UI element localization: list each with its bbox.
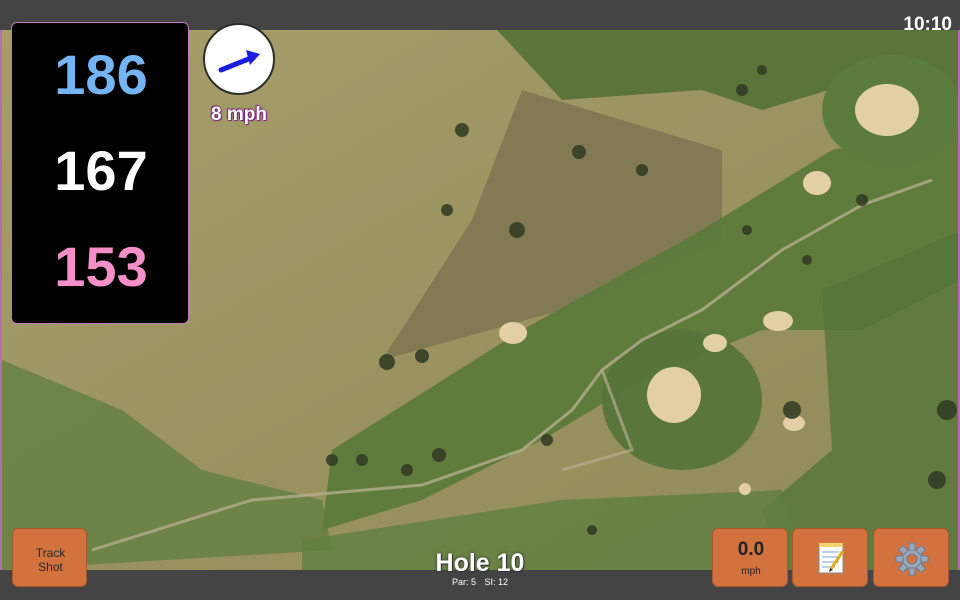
hole-stroke-index: SI: 12 bbox=[484, 577, 509, 587]
speed-button[interactable]: 0.0 mph bbox=[712, 528, 788, 587]
wind-indicator[interactable] bbox=[203, 23, 275, 95]
status-clock: 10:10 bbox=[903, 14, 952, 35]
wind-direction-arrow-icon bbox=[218, 50, 260, 73]
track-shot-button[interactable]: Track Shot bbox=[12, 528, 87, 587]
speed-unit: mph bbox=[741, 566, 761, 577]
notepad-icon bbox=[818, 543, 845, 574]
middle-distance: 167 bbox=[54, 139, 148, 202]
back-distance: 186 bbox=[54, 43, 148, 106]
wind-speed-label: 8 mph bbox=[211, 104, 267, 125]
gear-icon bbox=[895, 542, 929, 576]
front-distance: 153 bbox=[54, 235, 148, 298]
notes-button[interactable] bbox=[792, 528, 868, 587]
speed-value: 0.0 bbox=[737, 539, 765, 560]
distance-panel: 186 167 153 bbox=[11, 22, 189, 324]
track-shot-label-line1: Track bbox=[35, 546, 66, 560]
settings-button[interactable] bbox=[873, 528, 949, 587]
track-shot-label-line2: Shot bbox=[38, 560, 63, 574]
hole-info: Par: 5 SI: 12 bbox=[380, 577, 580, 587]
hole-title: Hole 10 bbox=[435, 549, 525, 577]
hole-par: Par: 5 bbox=[451, 577, 476, 587]
